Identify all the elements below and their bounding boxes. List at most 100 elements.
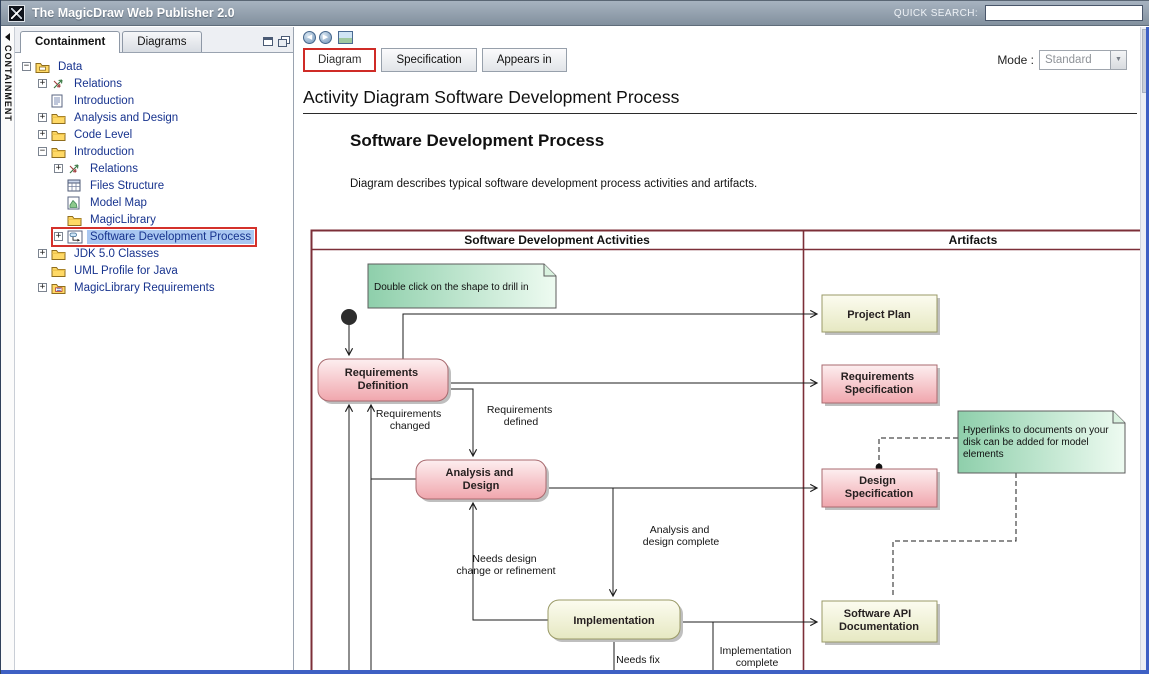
tree-item-code-level[interactable]: + Code Level	[21, 126, 293, 143]
tree-item-model-map[interactable]: Model Map	[21, 194, 293, 211]
expander-spacer	[38, 266, 47, 275]
quick-search-input[interactable]	[985, 5, 1143, 21]
tree-item-relations[interactable]: + Relations	[21, 160, 293, 177]
svg-text:Implementation: Implementation	[573, 615, 655, 627]
node-software-api-documentation[interactable]: Software API Documentation	[822, 601, 940, 645]
app-window: The MagicDraw Web Publisher 2.0 QUICK SE…	[0, 0, 1149, 674]
tree-item-introduction[interactable]: − Introduction	[21, 143, 293, 160]
content-tabs: DiagramSpecificationAppears in	[303, 48, 567, 72]
containment-strip-label: CONTAINMENT	[3, 45, 13, 122]
node-analysis-and-design[interactable]: Analysis and Design	[416, 460, 549, 502]
float-panel-icon[interactable]	[278, 36, 289, 46]
folder-data-icon	[35, 60, 51, 74]
tab-specification[interactable]: Specification	[381, 48, 476, 72]
tab-appears-in[interactable]: Appears in	[482, 48, 567, 72]
note-hyperlinks: Hyperlinks to documents on your disk can…	[958, 411, 1125, 473]
anchor-note-to-design-spec	[879, 438, 958, 464]
relations-icon	[67, 162, 83, 176]
tree-item-relations[interactable]: + Relations	[21, 75, 293, 92]
diagram-canvas: Software Development Activities Artifact…	[310, 229, 1144, 670]
expander-spacer	[54, 181, 63, 190]
tree-item-analysis-and-design[interactable]: + Analysis and Design	[21, 109, 293, 126]
expand-icon[interactable]: +	[38, 283, 47, 292]
node-project-plan[interactable]: Project Plan	[822, 295, 940, 335]
tree-item-label[interactable]: Code Level	[71, 128, 135, 142]
tree-item-introduction[interactable]: Introduction	[21, 92, 293, 109]
expand-icon[interactable]: +	[54, 164, 63, 173]
edge-requirements-defined	[448, 389, 473, 456]
tree-item-magiclibrary[interactable]: MagicLibrary	[21, 211, 293, 228]
tab-diagram[interactable]: Diagram	[303, 48, 376, 72]
tree-item-label[interactable]: Relations	[87, 162, 141, 176]
note-drill-in: Double click on the shape to drill in	[368, 264, 556, 308]
node-design-specification[interactable]: Design Specification	[822, 469, 940, 510]
magicdraw-logo-icon	[8, 5, 25, 22]
tree-item-jdk-5-0-classes[interactable]: + JDK 5.0 Classes	[21, 245, 293, 262]
tree-item-label[interactable]: Files Structure	[87, 179, 167, 193]
folder-icon	[51, 128, 67, 142]
dock-panel-icon[interactable]	[263, 37, 273, 46]
sidebar-tabs: ContainmentDiagrams	[15, 27, 293, 53]
collapse-icon[interactable]: −	[22, 62, 31, 71]
tree-item-uml-profile-for-java[interactable]: UML Profile for Java	[21, 262, 293, 279]
expander-spacer	[54, 215, 63, 224]
tree-item-label[interactable]: Relations	[71, 77, 125, 91]
tree-item-magiclibrary-requirements[interactable]: + MagicLibrary Requirements	[21, 279, 293, 296]
tree-item-label[interactable]: Introduction	[71, 145, 137, 159]
mode-dropdown[interactable]: Standard ▼	[1039, 50, 1127, 70]
expand-icon[interactable]: +	[38, 249, 47, 258]
svg-text:Requirements Speci: Requirements Specification	[841, 371, 917, 396]
expander-spacer	[54, 198, 63, 207]
tree-item-label[interactable]: Model Map	[87, 196, 150, 210]
tree-item-label[interactable]: Software Development Process	[87, 230, 254, 244]
mode-group: Mode : Standard ▼	[997, 50, 1127, 70]
diagram-image-icon[interactable]	[338, 31, 353, 44]
tree-item-label[interactable]: Introduction	[71, 94, 137, 108]
activity-diagram: Software Development Activities Artifact…	[310, 229, 1144, 670]
forward-button[interactable]: ▶	[319, 31, 332, 44]
label-requirements-defined: Requirements defined	[487, 404, 555, 428]
lane-header-artifacts: Artifacts	[949, 233, 998, 247]
tree-item-software-development-process[interactable]: + Software Development Process	[21, 228, 293, 245]
tree-item-label[interactable]: Data	[55, 60, 85, 74]
content-area: ◀ ▶ DiagramSpecificationAppears in Mode …	[295, 27, 1149, 670]
svg-text:Project Plan: Project Plan	[847, 309, 911, 321]
svg-text:Double click on the shape to: Double click on the shape to drill in	[374, 282, 529, 293]
chevron-down-icon[interactable]: ▼	[1110, 51, 1126, 69]
tree-item-label[interactable]: JDK 5.0 Classes	[71, 247, 162, 261]
collapse-left-icon[interactable]	[5, 33, 10, 41]
expand-icon[interactable]: +	[38, 79, 47, 88]
section-title: Software Development Process	[350, 131, 604, 151]
initial-node	[341, 309, 357, 325]
node-implementation[interactable]: Implementation	[548, 600, 683, 642]
tree-item-label[interactable]: UML Profile for Java	[71, 264, 181, 278]
folder-req-icon	[51, 281, 67, 295]
structure-icon	[67, 179, 83, 193]
node-requirements-definition[interactable]: Requirements Definition	[318, 359, 451, 404]
window-bottom-edge	[1, 670, 1149, 674]
tree-item-label[interactable]: MagicLibrary	[87, 213, 159, 227]
document-icon	[51, 94, 67, 108]
tree-item-label[interactable]: MagicLibrary Requirements	[71, 281, 218, 295]
tree-item-label[interactable]: Analysis and Design	[71, 111, 181, 125]
expand-icon[interactable]: +	[38, 130, 47, 139]
containment-panel: ContainmentDiagrams − Data + Relations Intro…	[15, 27, 294, 670]
mode-value: Standard	[1040, 54, 1110, 66]
sidebar-tab-diagrams[interactable]: Diagrams	[122, 31, 201, 52]
containment-collapse-strip[interactable]: CONTAINMENT	[1, 27, 15, 670]
sidebar-tab-containment[interactable]: Containment	[20, 31, 120, 53]
quick-search-label: QUICK SEARCH:	[894, 8, 978, 19]
expand-icon[interactable]: +	[54, 232, 63, 241]
label-analysis-complete: Analysis and design complete	[643, 524, 720, 548]
title-rule	[303, 113, 1137, 114]
window-title: The MagicDraw Web Publisher 2.0	[32, 6, 235, 20]
tree-item-data[interactable]: − Data	[21, 58, 293, 75]
node-requirements-specification[interactable]: Requirements Specification	[822, 365, 940, 406]
tree-item-files-structure[interactable]: Files Structure	[21, 177, 293, 194]
page-title: Activity Diagram Software Development Pr…	[303, 87, 679, 108]
expand-icon[interactable]: +	[38, 113, 47, 122]
back-button[interactable]: ◀	[303, 31, 316, 44]
diagram-description: Diagram describes typical software devel…	[350, 178, 757, 190]
content-toolbar: ◀ ▶	[303, 31, 353, 44]
collapse-icon[interactable]: −	[38, 147, 47, 156]
